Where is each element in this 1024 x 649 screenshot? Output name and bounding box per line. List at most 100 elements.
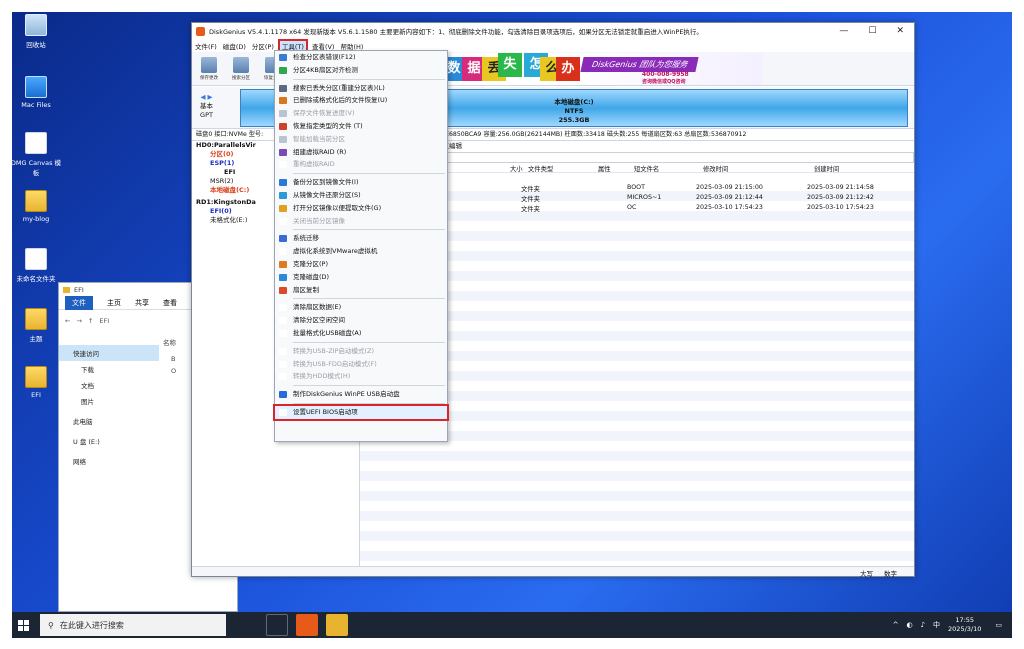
col-mtime[interactable]: 修改时间 — [703, 164, 728, 173]
menu-file[interactable]: 文件(F) — [195, 41, 217, 51]
minimize-button[interactable]: — — [839, 26, 848, 36]
col-shortname[interactable]: 短文件名 — [634, 164, 659, 173]
file-ctime: 2025-03-09 21:14:58 — [807, 184, 874, 191]
menu-item-label: 清除分区空闲空间 — [293, 316, 345, 325]
back-icon[interactable]: ← — [65, 317, 70, 325]
folder-icon — [25, 190, 47, 212]
menu-item[interactable]: 批量格式化USB磁盘(A) — [275, 327, 447, 340]
menu-item-label: 设置UEFI BIOS启动项 — [293, 407, 358, 416]
file-explorer-taskbar-icon[interactable] — [326, 614, 348, 636]
desktop-icon[interactable]: DMG Canvas 模板 — [10, 132, 62, 177]
sidebar-item-this-pc[interactable]: 此电脑 — [59, 413, 159, 429]
disk-type-label: ◀ ▶ 基本 GPT — [200, 93, 213, 120]
clock-time: 17:55 — [955, 616, 975, 624]
menu-partition[interactable]: 分区(P) — [252, 41, 274, 51]
menu-item[interactable]: 打开分区镜像以便提取文件(G) — [275, 202, 447, 215]
system-tray: ^ ◐ ♪ 中 17:55 2025/3/10 ▭ — [893, 616, 1012, 634]
task-view-icon[interactable] — [266, 614, 288, 636]
menu-item-label: 已删除或格式化后的文件恢复(U) — [293, 96, 388, 105]
menu-item[interactable]: 克隆分区(P) — [275, 258, 447, 271]
close-button[interactable]: ✕ — [896, 26, 904, 36]
sidebar-item-quick-access[interactable]: 快速访问 — [59, 345, 159, 361]
sidebar-item-network[interactable]: 网络 — [59, 453, 159, 469]
network-icon[interactable]: ◐ — [906, 621, 912, 629]
menu-view[interactable]: 查看(V) — [312, 41, 335, 51]
menu-item[interactable]: 清除分区空闲空间 — [275, 314, 447, 327]
menu-item-label: 清除扇区数据(E) — [293, 303, 342, 312]
menu-separator — [293, 341, 445, 343]
menu-item[interactable]: 系统迁移 — [275, 232, 447, 245]
menu-item[interactable]: 克隆磁盘(D) — [275, 271, 447, 284]
menu-item[interactable]: 检查分区表错误(F12) — [275, 51, 447, 64]
desktop-icon[interactable]: 未命名文件夹 — [10, 248, 62, 283]
desktop-icon[interactable]: my-blog — [10, 190, 62, 223]
menu-item: 保存文件恢复进度(V) — [275, 107, 447, 120]
file-icon — [25, 132, 47, 154]
menu-item-label: 智能加载当前分区 — [293, 134, 345, 143]
menu-item-label: 批量格式化USB磁盘(A) — [293, 328, 362, 337]
address-path[interactable]: EFI — [99, 317, 109, 325]
menu-item-icon — [279, 304, 287, 312]
notification-icon[interactable]: ▭ — [995, 621, 1002, 629]
desktop-icon[interactable]: Mac Files — [10, 76, 62, 109]
clock[interactable]: 17:55 2025/3/10 — [948, 616, 981, 634]
menu-item[interactable]: 备份分区到镜像文件(I) — [275, 176, 447, 189]
menu-item[interactable]: 恢复指定类型的文件 (T) — [275, 120, 447, 133]
forward-icon[interactable]: → — [76, 317, 81, 325]
menu-item-label: 分区4KB扇区对齐检测 — [293, 65, 358, 74]
sidebar-item-downloads[interactable]: 下载 — [59, 361, 159, 377]
menu-item[interactable]: 制作DiskGenius WinPE USB启动盘 — [275, 388, 447, 401]
taskbar-search[interactable]: ⚲ 在此键入进行搜索 — [40, 614, 226, 636]
menu-item[interactable]: 扇区复制 — [275, 284, 447, 297]
col-attr[interactable]: 属性 — [598, 164, 611, 173]
menu-help[interactable]: 帮助(H) — [340, 41, 363, 51]
search-partition-button[interactable]: 搜索分区 — [230, 56, 252, 81]
tab-home[interactable]: 主页 — [107, 298, 121, 308]
up-icon[interactable]: ↑ — [88, 317, 93, 325]
folder-icon — [25, 366, 47, 388]
tab-file[interactable]: 文件 — [65, 295, 93, 310]
col-size[interactable]: 大小 — [510, 164, 523, 173]
sidebar-item-pictures[interactable]: 图片 — [59, 393, 159, 409]
menu-item[interactable]: 组建虚拟RAID (R) — [275, 146, 447, 159]
desktop-icon[interactable]: 回收站 — [10, 14, 62, 49]
menu-item[interactable]: 设置UEFI BIOS启动项 — [273, 403, 449, 421]
col-type[interactable]: 文件类型 — [528, 164, 553, 173]
menu-item[interactable]: 从镜像文件还原分区(S) — [275, 189, 447, 202]
tab-share[interactable]: 共享 — [135, 298, 149, 308]
menu-item-icon — [279, 161, 287, 169]
tab-view[interactable]: 查看 — [163, 298, 177, 308]
menu-disk[interactable]: 磁盘(D) — [223, 41, 246, 51]
desktop-icon[interactable]: EFI — [10, 366, 62, 399]
menu-item-label: 转换为USB-ZIP启动模式(Z) — [293, 346, 375, 355]
save-changes-button[interactable]: 保存更改 — [198, 56, 220, 81]
menu-item[interactable]: 分区4KB扇区对齐检测 — [275, 64, 447, 77]
menu-item-icon — [279, 84, 287, 92]
sidebar-item-documents[interactable]: 文档 — [59, 377, 159, 393]
nav-arrows-icon[interactable]: ◀ ▶ — [200, 93, 213, 102]
chevron-up-icon[interactable]: ^ — [893, 621, 899, 629]
volume-icon[interactable]: ♪ — [921, 621, 925, 629]
start-button[interactable] — [12, 612, 34, 638]
desktop-icon-label: 未命名文件夹 — [16, 275, 56, 283]
menu-item-label: 克隆磁盘(D) — [293, 272, 330, 281]
clock-date: 2025/3/10 — [948, 625, 982, 633]
menu-item-label: 系统迁移 — [293, 234, 319, 243]
menu-item[interactable]: 清除扇区数据(E) — [275, 301, 447, 314]
ad-banner[interactable]: 数 据 丢 失 怎 么 办 DiskGenius 团队为您服务 400-008-… — [432, 53, 762, 85]
menu-item[interactable]: 搜索已丢失分区(重建分区表)(L) — [275, 82, 447, 95]
menu-item-label: 重构虚拟RAID — [293, 160, 335, 169]
banner-char: 办 — [556, 57, 580, 81]
maximize-button[interactable]: ☐ — [868, 26, 876, 36]
menu-tools[interactable]: 工具(T) — [277, 38, 308, 53]
menu-item[interactable]: 虚拟化系统到VMware虚拟机 — [275, 245, 447, 258]
diskgenius-taskbar-icon[interactable] — [296, 614, 318, 636]
menu-item-icon — [279, 54, 287, 61]
col-ctime[interactable]: 创建时间 — [814, 164, 839, 173]
menu-item[interactable]: 已删除或格式化后的文件恢复(U) — [275, 94, 447, 107]
desktop-icon[interactable]: 主题 — [10, 308, 62, 343]
ime-indicator[interactable]: 中 — [933, 620, 940, 630]
windows-icon — [17, 619, 29, 631]
sidebar-item-usb-drive[interactable]: U 盘 (E:) — [59, 433, 159, 449]
menu-item-icon — [279, 66, 287, 74]
